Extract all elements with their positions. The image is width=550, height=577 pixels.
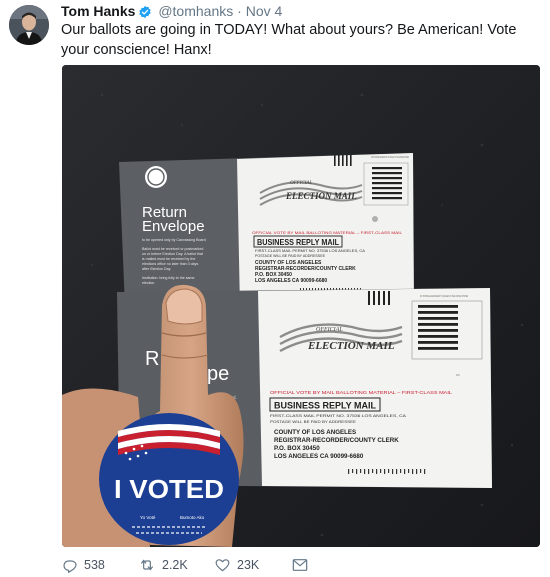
back-small-8: election (142, 281, 154, 285)
back-small-4: is mailed must be received by the (142, 257, 195, 261)
back-title-2: Envelope (142, 218, 205, 235)
back-election-mail: ELECTION MAIL (285, 191, 357, 201)
sticker-small-1: Yo Voté (140, 515, 156, 520)
like-button[interactable]: 23K (214, 554, 259, 576)
front-election-mail: ELECTION MAIL (307, 340, 395, 352)
tweet-text: Our ballots are going in TODAY! What abo… (61, 22, 517, 58)
back-official-strip: OFFICIAL VOTE BY MAIL BALLOTING MATERIAL… (252, 231, 402, 235)
avatar[interactable] (9, 5, 49, 45)
back-small-6: after Election Day. (142, 267, 171, 271)
sticker-text: I VOTED (114, 474, 224, 504)
retweet-button[interactable]: 2.2K (138, 554, 188, 576)
like-count: 23K (237, 558, 260, 572)
avatar-image (9, 5, 49, 45)
front-permit-line: FIRST-CLASS MAIL PERMIT NO. 37536 LOS AN… (270, 413, 406, 418)
reply-icon (63, 560, 77, 573)
back-permit-line: FIRST-CLASS MAIL PERMIT NO. 37536 LOS AN… (255, 249, 366, 253)
front-stamp-text: NO POSTAGE NECESSARY IF MAILED IN THE UN… (420, 294, 468, 298)
sticker-small-2: Bumoto Ako (180, 515, 205, 520)
back-small-7: Institution: bring fully to the same (142, 276, 195, 280)
front-title-fragment-2: pe (207, 363, 229, 385)
like-icon (215, 559, 230, 572)
back-postage-line: POSTAGE WILL BE PAID BY ADDRESSEE (255, 254, 325, 258)
message-button[interactable] (292, 554, 308, 576)
front-official-word: OFFICIAL (316, 327, 343, 333)
message-icon (292, 559, 308, 571)
back-small-5: elections office no later than 3 days (142, 262, 198, 266)
tweet-date[interactable]: Nov 4 (246, 3, 283, 19)
reply-count: 538 (84, 558, 105, 572)
front-address-4: LOS ANGELES CA 90099-6680 (274, 453, 364, 460)
front-address-2: REGISTRAR-RECORDER/COUNTY CLERK (274, 437, 399, 444)
back-address-4: LOS ANGELES CA 90099-6680 (255, 278, 327, 284)
front-title-fragment-1: R (145, 348, 159, 370)
front-box-mark: ▭ (456, 372, 460, 377)
retweet-count: 2.2K (162, 558, 188, 572)
tweet-actions: 538 2.2K 23K (62, 554, 532, 576)
i-voted-sticker: I VOTED Yo Voté Bumoto Ako (99, 413, 239, 545)
front-address-3: P.O. BOX 30450 (274, 445, 320, 452)
back-official-word: OFFICIAL (290, 181, 312, 186)
back-brm: BUSINESS REPLY MAIL (257, 238, 339, 247)
author-handle[interactable]: @tomhanks (158, 3, 233, 19)
back-envelope: Return Envelope to be opened only by Can… (119, 153, 414, 311)
reply-button[interactable]: 538 (62, 554, 105, 576)
front-official-strip: OFFICIAL VOTE BY MAIL BALLOTING MATERIAL… (270, 390, 453, 395)
back-small-2: Ballot must be received or postmarked (142, 247, 203, 251)
front-address-1: COUNTY OF LOS ANGELES (274, 429, 356, 436)
retweet-icon (141, 559, 153, 571)
back-small-3: on or before Election Day. A ballot that (142, 252, 203, 256)
tweet-photo[interactable]: Return Envelope to be opened only by Can… (62, 65, 540, 547)
header-separator: · (237, 3, 242, 19)
front-brm: BUSINESS REPLY MAIL (274, 401, 376, 412)
author-name[interactable]: Tom Hanks (61, 3, 135, 19)
back-stamp-text: NO POSTAGE NECESSARY IF MAILED IN THE UN… (371, 155, 409, 159)
photo-illustration: Return Envelope to be opened only by Can… (62, 65, 540, 547)
front-postage-line: POSTAGE WILL BE PAID BY ADDRESSEE (270, 420, 357, 424)
back-small-1: to be opened only by Canvassing Board (142, 238, 206, 242)
